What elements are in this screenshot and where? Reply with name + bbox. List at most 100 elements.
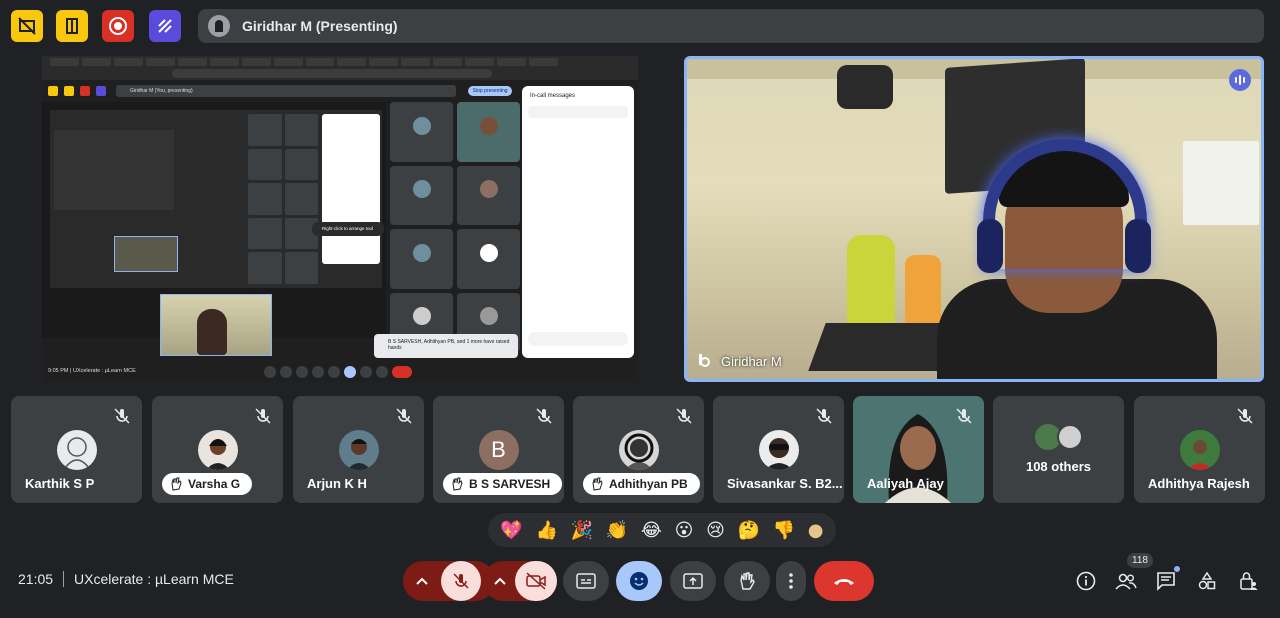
shapes-icon <box>1198 571 1216 590</box>
mic-off-icon <box>676 408 692 424</box>
participant-name: Sivasankar S. B2... <box>727 476 843 491</box>
participant-tile-adhithyan[interactable]: Adhithyan PB <box>573 396 704 503</box>
people-button[interactable] <box>1113 568 1139 594</box>
reaction-party[interactable]: 🎉 <box>571 520 593 541</box>
presenter-label: Giridhar M (Presenting) <box>242 18 398 34</box>
participant-tile-arjun[interactable]: Arjun K H <box>293 396 424 503</box>
participant-name: Adhithyan PB <box>609 477 688 491</box>
meeting-info: 21:05 UXcelerate : µLearn MCE <box>18 571 234 587</box>
raised-hand-chip: Varsha G <box>162 473 253 495</box>
captions-off-icon[interactable] <box>11 10 43 42</box>
top-bar: Giridhar M (Presenting) <box>0 0 1280 52</box>
avatar <box>1179 430 1220 470</box>
captions-button[interactable] <box>563 561 609 601</box>
chat-button[interactable] <box>1153 566 1180 594</box>
participant-tile-aaliyah[interactable]: Aaliyah Ajay <box>853 396 984 503</box>
host-controls-button[interactable] <box>1235 568 1261 594</box>
camera-control-group <box>483 561 557 601</box>
mic-options-chevron-icon[interactable] <box>403 561 441 601</box>
camera-options-chevron-icon[interactable] <box>483 561 517 601</box>
chat-unread-dot <box>1174 566 1180 572</box>
mini-top-bar: Giridhar M (You, presenting) Stop presen… <box>42 84 512 100</box>
annotate-icon[interactable] <box>149 10 181 42</box>
participant-name: Varsha G <box>188 477 241 491</box>
layout-icon[interactable] <box>56 10 88 42</box>
leave-call-button[interactable] <box>814 561 874 601</box>
reactions-button[interactable] <box>616 561 662 601</box>
reaction-clap[interactable]: 👏 <box>606 520 628 541</box>
present-button[interactable] <box>670 561 716 601</box>
avatar <box>197 430 238 470</box>
mini-browser-chrome <box>42 56 638 80</box>
reaction-thumbs-down[interactable]: 👎 <box>773 520 795 541</box>
avatar <box>338 430 379 470</box>
activities-button[interactable] <box>1194 568 1220 594</box>
participant-name: Karthik S P <box>25 476 95 491</box>
avatar <box>56 430 97 470</box>
others-tile[interactable]: 108 others <box>993 396 1124 503</box>
main-video-name: Giridhar M <box>697 353 782 369</box>
info-icon <box>1076 571 1096 591</box>
avatar-initial: B <box>478 430 519 470</box>
mini-chat-title: In-call messages <box>530 93 576 99</box>
meeting-details-button[interactable] <box>1073 568 1099 594</box>
participant-tile-karthik[interactable]: Karthik S P <box>11 396 142 503</box>
reaction-skin-tone[interactable]: ● <box>808 520 824 541</box>
mic-off-icon <box>453 573 469 589</box>
mic-off-icon <box>536 408 552 424</box>
captions-icon <box>576 573 596 589</box>
shared-screen: Giridhar M (You, presenting) Stop presen… <box>42 56 638 382</box>
mic-off-icon <box>114 408 130 424</box>
participant-name: Aaliyah Ajay <box>867 476 944 491</box>
mic-off-icon <box>816 408 832 424</box>
more-vert-icon <box>789 573 793 589</box>
mini-presenting-label: Giridhar M (You, presenting) <box>116 85 456 97</box>
others-count: 108 others <box>1025 459 1092 474</box>
reaction-thumbs-up[interactable]: 👍 <box>535 520 557 541</box>
chat-icon <box>1157 572 1175 591</box>
participant-tile-sivasankar[interactable]: Sivasankar S. B2... <box>713 396 844 503</box>
mini-tooltip: Right-click to arrange tool <box>312 222 384 236</box>
people-icon <box>1115 573 1137 590</box>
mini-self-view <box>160 294 272 356</box>
reaction-joy[interactable]: 😂 <box>641 520 662 541</box>
lock-person-icon <box>1240 572 1258 590</box>
reactions-bar: 💖 👍 🎉 👏 😂 😮 😢 🤔 👎 ● <box>488 513 836 547</box>
mic-control-group <box>403 561 495 601</box>
people-count-badge: 118 <box>1127 553 1153 568</box>
participant-name: Arjun K H <box>307 476 367 491</box>
speaking-indicator-icon <box>1229 69 1251 91</box>
participant-tile-adhithya[interactable]: Adhithya Rajesh <box>1134 396 1265 503</box>
meeting-name: UXcelerate : µLearn MCE <box>74 571 234 587</box>
participant-name: B S SARVESH <box>469 477 551 491</box>
emoji-icon <box>630 572 648 590</box>
participant-tile-varsha[interactable]: Varsha G <box>152 396 283 503</box>
clock: 21:05 <box>18 571 54 587</box>
reaction-thinking[interactable]: 🤔 <box>738 520 760 541</box>
mic-off-icon <box>255 408 271 424</box>
raised-hand-icon <box>592 477 603 491</box>
participant-tile-sarvesh[interactable]: B B S SARVESH <box>433 396 564 503</box>
presenting-banner[interactable]: Giridhar M (Presenting) <box>198 9 1264 43</box>
record-icon[interactable] <box>102 10 134 42</box>
more-options-button[interactable] <box>776 561 806 601</box>
avatar <box>618 430 659 470</box>
main-video-tile[interactable]: Giridhar M <box>684 56 1264 382</box>
camera-off-button[interactable] <box>515 561 557 601</box>
present-screen-icon <box>683 573 703 589</box>
hand-icon <box>740 572 755 590</box>
mini-chat-panel: In-call messages <box>522 86 634 358</box>
presenter-avatar <box>208 15 230 37</box>
raise-hand-button[interactable] <box>724 561 770 601</box>
mic-off-icon <box>396 408 412 424</box>
participant-name: Adhithya Rajesh <box>1148 476 1250 491</box>
pin-icon <box>699 354 710 367</box>
reaction-surprised[interactable]: 😮 <box>675 520 694 541</box>
reaction-sad[interactable]: 😢 <box>706 520 725 541</box>
raised-hand-chip: Adhithyan PB <box>583 473 700 495</box>
raised-hand-chip: B S SARVESH <box>443 473 563 495</box>
reaction-sparkle-heart[interactable]: 💖 <box>500 520 522 541</box>
stop-presenting-button: Stop presenting <box>468 86 512 96</box>
mic-off-button[interactable] <box>441 561 481 601</box>
mini-footer-text: 9:05 PM | UXcelerate : µLearn MCE <box>48 368 136 374</box>
